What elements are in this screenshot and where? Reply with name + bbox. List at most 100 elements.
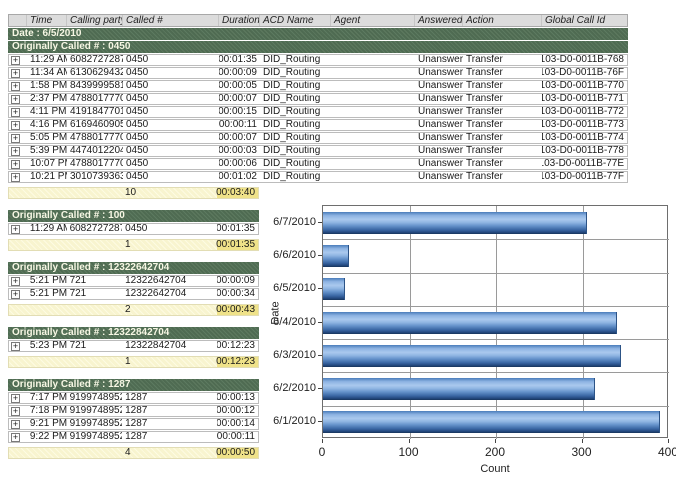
cell-action: Transfer: [463, 159, 542, 169]
call-row: +5:21 PM7211232264270400:00:09: [8, 275, 259, 287]
column-header-called[interactable]: Called #: [123, 15, 219, 26]
column-header-acd[interactable]: ACD Name: [260, 15, 331, 26]
cell-duration: 00:00:05: [219, 81, 260, 91]
cell-global: 10103-D0-0011B-773: [542, 120, 627, 130]
cell-global: 10103-D0-0011B-768: [542, 55, 627, 65]
cell-acd: DID_Routing: [260, 81, 331, 91]
cell-action: Transfer: [463, 107, 542, 117]
cell-action: Transfer: [463, 81, 542, 91]
summary-spacer: [67, 240, 122, 250]
date-group-header: Date : 6/5/2010: [8, 28, 628, 40]
cell-calling: 9199748952: [67, 393, 123, 403]
cell-calling: 8439999581: [67, 81, 123, 91]
expand-icon[interactable]: +: [11, 82, 20, 91]
summary-spacer: [67, 188, 122, 198]
cell-time: 11:34 AM: [27, 68, 67, 78]
cell-calling: 6130629432: [67, 68, 123, 78]
expand-icon[interactable]: +: [11, 394, 20, 403]
expand-icon[interactable]: +: [11, 342, 20, 351]
summary-spacer: [67, 448, 122, 458]
column-header-calling[interactable]: Calling party #: [67, 15, 123, 26]
column-header-time[interactable]: Time: [27, 15, 67, 26]
expand-icon[interactable]: +: [11, 290, 20, 299]
column-header-expand: [9, 15, 27, 26]
summary-call-count: 1: [122, 240, 217, 250]
expand-icon[interactable]: +: [11, 95, 20, 104]
chart-gridline-horizontal: [323, 372, 669, 373]
cell-answered: Unanswered: [415, 133, 463, 143]
cell-agent: [331, 133, 415, 143]
group-summary-row: 200:00:43: [8, 304, 259, 316]
cell-agent: [331, 146, 415, 156]
cell-action: Transfer: [463, 172, 542, 182]
originally-called-group-header: Originally Called # : 1287: [8, 379, 259, 391]
expand-icon[interactable]: +: [11, 160, 20, 169]
cell-called: 0450: [123, 94, 219, 104]
cell-calling: 721: [67, 341, 123, 351]
chart-gridline-horizontal: [323, 339, 669, 340]
cell-called: 1287: [122, 393, 217, 403]
call-row: +5:39 PM4474012204045000:00:03DID_Routin…: [8, 145, 628, 157]
cell-global: 10103-D0-0011B-771: [542, 94, 627, 104]
y-axis-tick-label: 6/2/2010: [270, 382, 316, 394]
cell-answered: Unanswered: [415, 146, 463, 156]
cell-agent: [331, 55, 415, 65]
column-header-global[interactable]: Global Call Id: [542, 15, 627, 26]
chart-x-axis-title: Count: [322, 463, 668, 475]
call-row: +9:21 PM9199748952128700:00:14: [8, 418, 259, 430]
cell-called: 0450: [123, 172, 219, 182]
cell-time: 4:16 PM: [27, 120, 67, 130]
cell-duration: 00:00:03: [219, 146, 260, 156]
cell-time: 10:07 PM: [27, 159, 67, 169]
cell-duration: 00:00:15: [219, 107, 260, 117]
expand-cell: +: [9, 146, 27, 156]
expand-icon[interactable]: +: [11, 277, 20, 286]
chart-bar: [323, 378, 595, 400]
call-detail-report-screen: TimeCalling party #Called #DurationACD N…: [0, 0, 676, 485]
summary-spacer: [27, 240, 67, 250]
expand-cell: +: [9, 341, 27, 351]
cell-called: 0450: [123, 107, 219, 117]
cell-calling: 4474012204: [67, 146, 123, 156]
expand-icon[interactable]: +: [11, 420, 20, 429]
y-axis-tick: [318, 288, 322, 289]
expand-cell: +: [9, 432, 27, 442]
expand-icon[interactable]: +: [11, 147, 20, 156]
cell-calling: 3010739363: [67, 172, 123, 182]
cell-duration: 00:00:14: [217, 419, 258, 429]
expand-cell: +: [9, 133, 27, 143]
cell-called: 12322642704: [122, 276, 217, 286]
cell-calling: 4788017770: [67, 159, 123, 169]
expand-icon[interactable]: +: [11, 173, 20, 182]
expand-icon[interactable]: +: [11, 134, 20, 143]
call-row: +5:05 PM4788017770045000:00:07DID_Routin…: [8, 132, 628, 144]
column-header-action[interactable]: Action: [463, 15, 542, 26]
expand-icon[interactable]: +: [11, 225, 20, 234]
expand-icon[interactable]: +: [11, 56, 20, 65]
expand-icon[interactable]: +: [11, 69, 20, 78]
expand-cell: +: [9, 94, 27, 104]
expand-cell: +: [9, 419, 27, 429]
expand-icon[interactable]: +: [11, 407, 20, 416]
cell-called: 0450: [123, 55, 219, 65]
cell-called: 0450: [123, 120, 219, 130]
cell-duration: 00:01:02: [219, 172, 260, 182]
x-axis-tick: [582, 439, 583, 443]
column-header-agent[interactable]: Agent: [331, 15, 415, 26]
expand-icon[interactable]: +: [11, 121, 20, 130]
expand-icon[interactable]: +: [11, 433, 20, 442]
expand-icon[interactable]: +: [11, 108, 20, 117]
call-row: +10:07 PM4788017770045000:00:06DID_Routi…: [8, 158, 628, 170]
cell-called: 0450: [122, 224, 217, 234]
chart-bar: [323, 345, 621, 367]
chart-bar: [323, 312, 617, 334]
x-axis-tick-label: 300: [571, 445, 591, 459]
y-axis-tick: [318, 255, 322, 256]
originally-called-group-header: Originally Called # : 100: [8, 210, 259, 222]
call-row: +7:18 PM9199748952128700:00:12: [8, 405, 259, 417]
cell-duration: 00:00:07: [219, 133, 260, 143]
cell-global: 10103-D0-0011B-77F: [542, 172, 627, 182]
expand-cell: +: [9, 68, 27, 78]
column-header-answered[interactable]: Answered: [415, 15, 463, 26]
column-header-duration[interactable]: Duration: [219, 15, 260, 26]
